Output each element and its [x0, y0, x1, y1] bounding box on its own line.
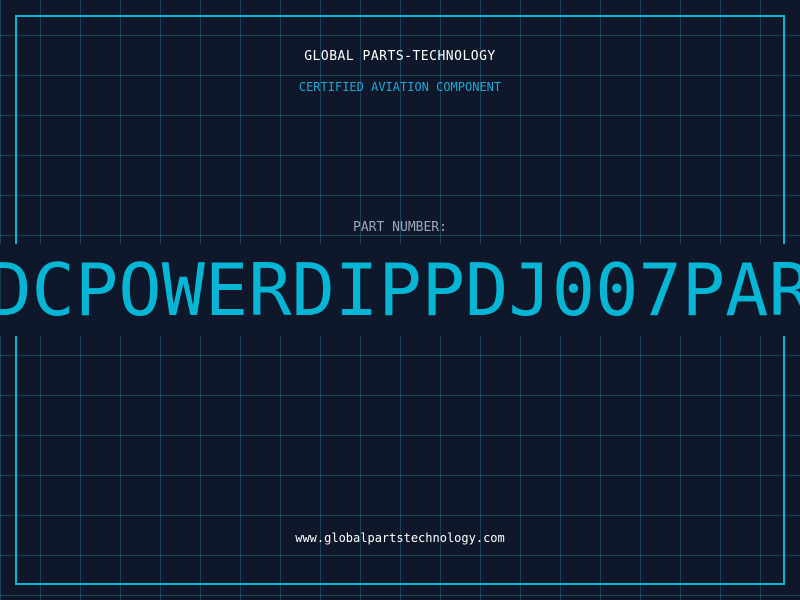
part-number-label: PART NUMBER: — [353, 220, 447, 235]
part-number-band: DCPOWERDIPPDJ007PAR — [0, 244, 800, 336]
website-url: www.globalpartstechnology.com — [295, 531, 505, 545]
company-name: GLOBAL PARTS-TECHNOLOGY — [304, 49, 496, 64]
certification-subtitle: CERTIFIED AVIATION COMPONENT — [298, 80, 502, 94]
part-number-value: DCPOWERDIPPDJ007PAR — [0, 248, 800, 332]
